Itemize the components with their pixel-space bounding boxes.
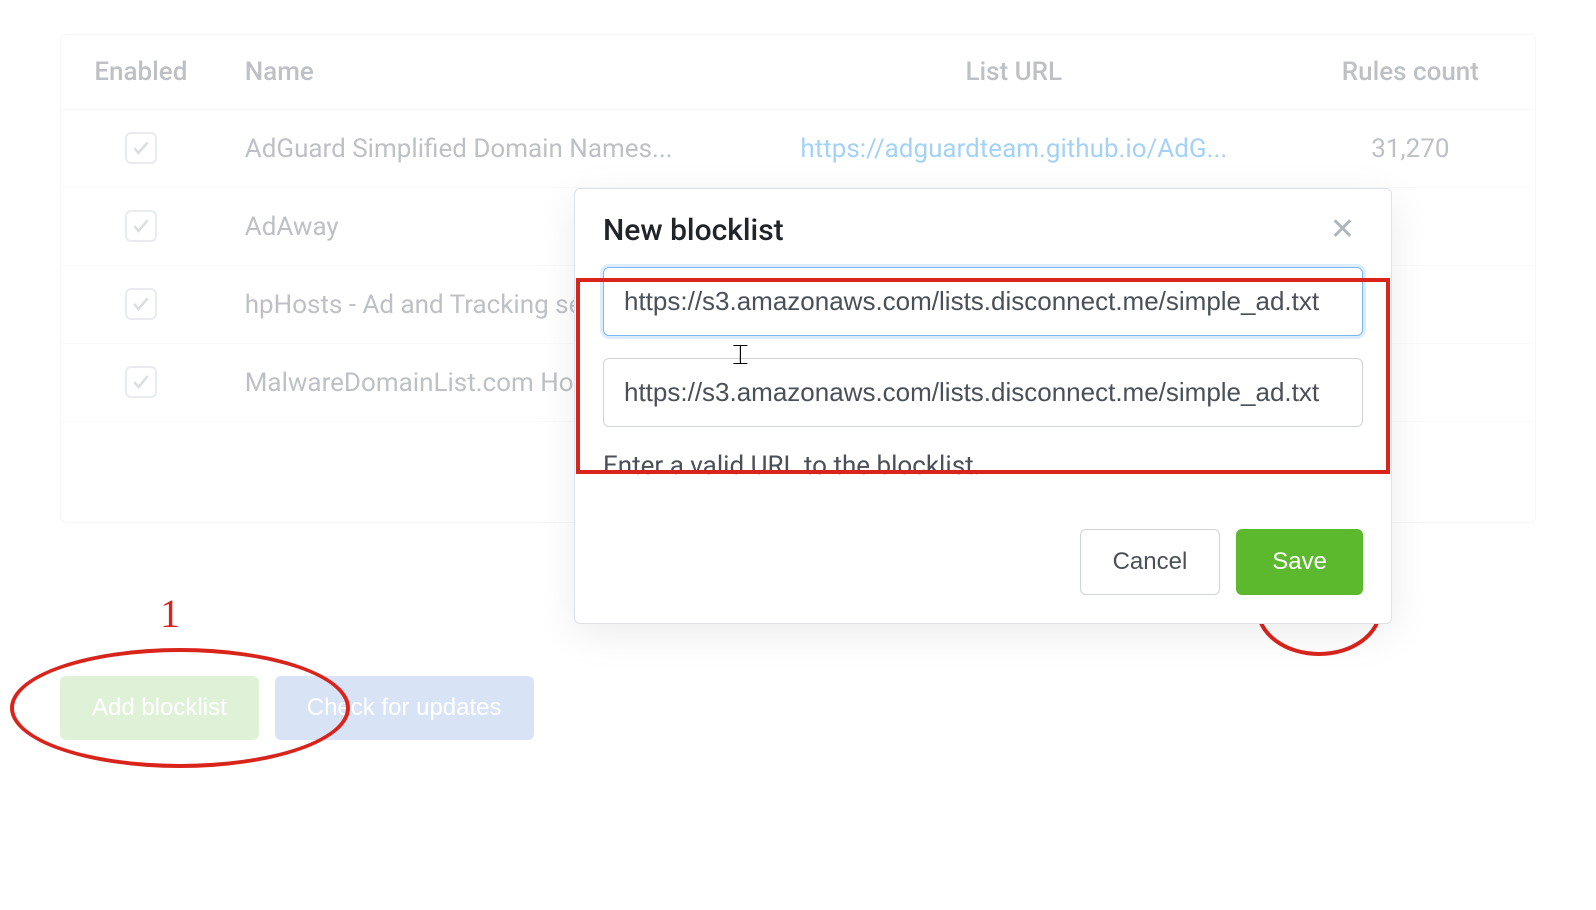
annotation-label-1: 1 (160, 590, 180, 637)
blocklist-name: AdGuard Simplified Domain Names... (221, 110, 742, 188)
column-header-rules: Rules count (1286, 35, 1535, 110)
add-blocklist-button[interactable]: Add blocklist (60, 676, 259, 740)
enable-checkbox[interactable] (125, 210, 157, 242)
close-icon[interactable]: ✕ (1322, 211, 1363, 249)
table-row: AdGuard Simplified Domain Names... https… (61, 110, 1535, 188)
modal-title: New blocklist (603, 213, 784, 248)
column-header-url: List URL (742, 35, 1286, 110)
blocklist-url-link[interactable]: https://adguardteam.github.io/AdG... (800, 134, 1227, 164)
enable-checkbox[interactable] (125, 366, 157, 398)
cancel-button[interactable]: Cancel (1080, 529, 1221, 595)
check-icon (131, 138, 151, 158)
column-header-name: Name (221, 35, 742, 110)
enable-checkbox[interactable] (125, 132, 157, 164)
helper-text: Enter a valid URL to the blocklist. (603, 451, 1363, 481)
check-icon (131, 216, 151, 236)
blocklist-rules-count: 31,270 (1286, 110, 1535, 188)
check-icon (131, 294, 151, 314)
annotation-ellipse-1 (10, 648, 350, 768)
check-updates-button[interactable]: Check for updates (275, 676, 534, 740)
column-header-enabled: Enabled (61, 35, 221, 110)
check-icon (131, 372, 151, 392)
blocklist-url-input[interactable] (603, 358, 1363, 427)
enable-checkbox[interactable] (125, 288, 157, 320)
table-header-row: Enabled Name List URL Rules count (61, 35, 1535, 110)
new-blocklist-modal: New blocklist ✕ Enter a valid URL to the… (574, 188, 1392, 624)
blocklist-name-input[interactable] (603, 267, 1363, 336)
save-button[interactable]: Save (1236, 529, 1363, 595)
